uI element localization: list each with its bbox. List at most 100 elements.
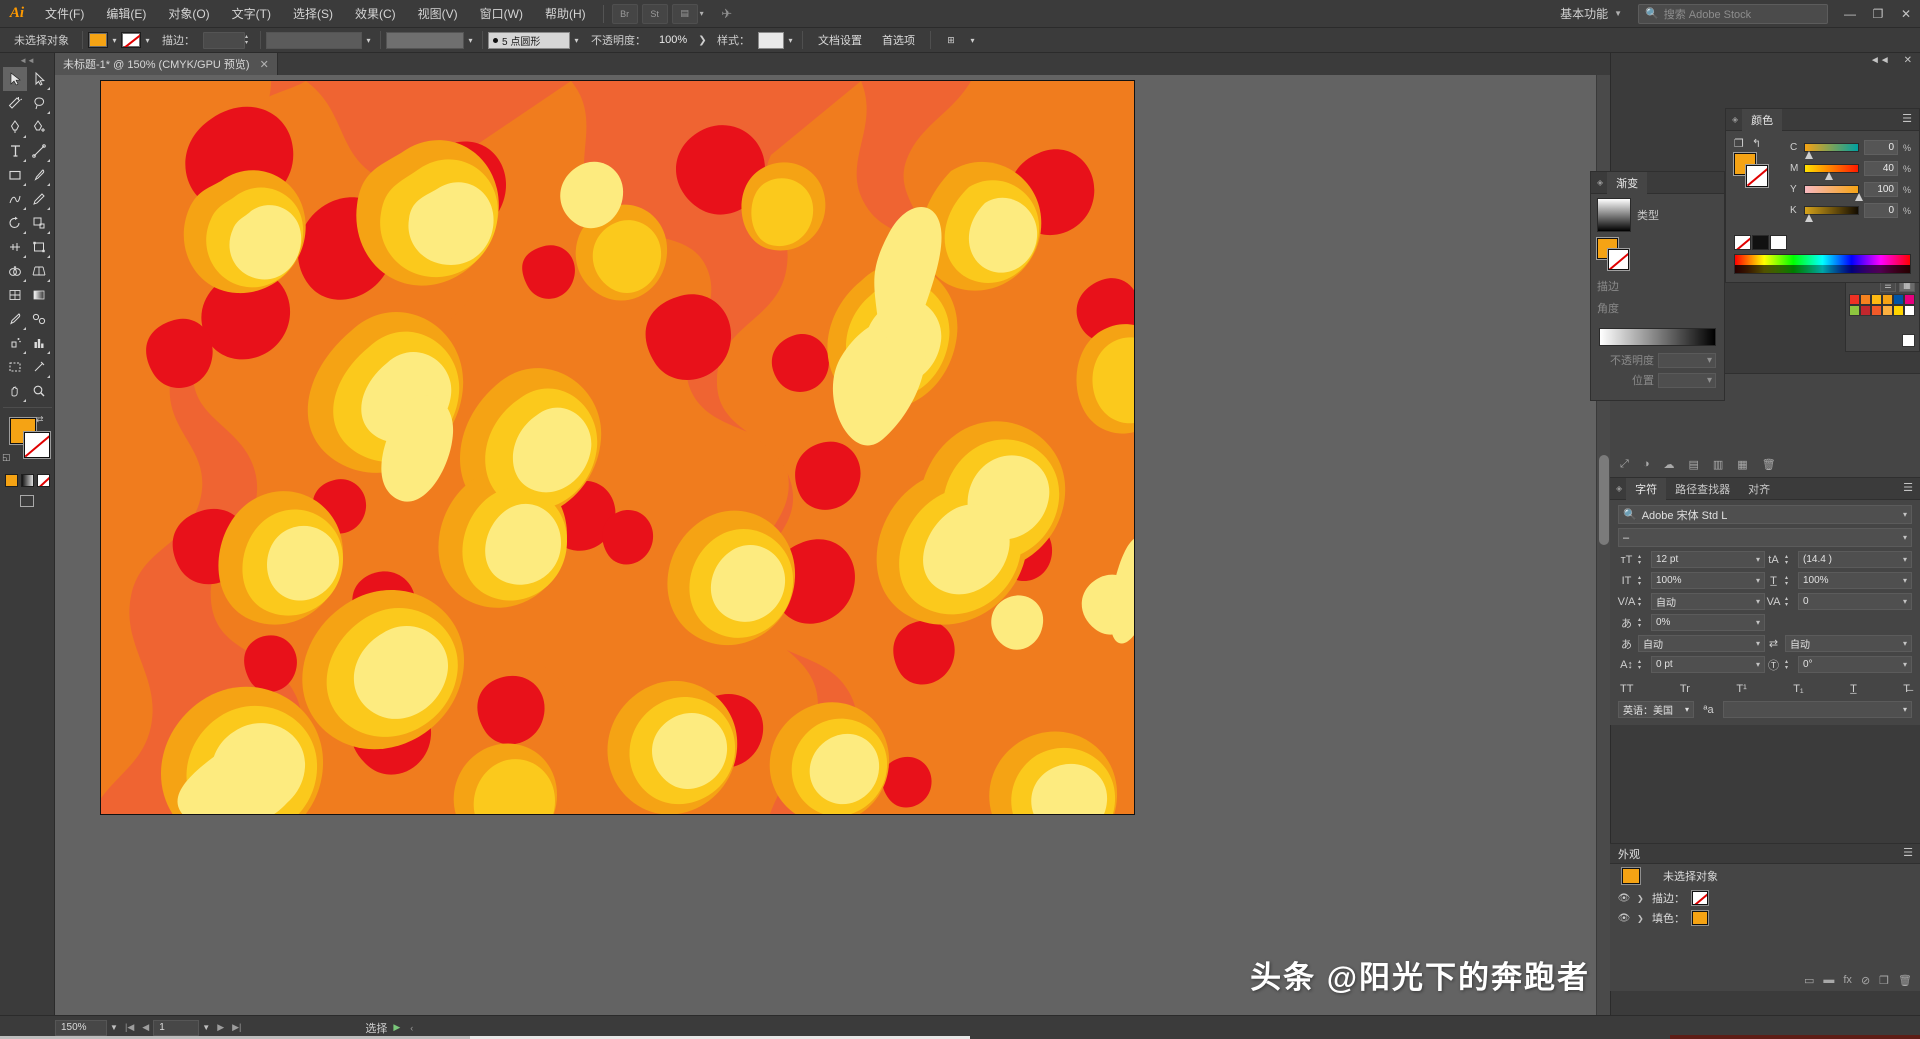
locate-object-icon[interactable]: ⤢: [1620, 458, 1629, 471]
stroke-profile-caret-icon[interactable]: ▾: [362, 32, 375, 48]
shape-builder-tool[interactable]: [3, 259, 27, 283]
swatch-cell[interactable]: [1893, 294, 1904, 305]
lasso-tool[interactable]: [27, 91, 51, 115]
aki-after-input[interactable]: 自动 ▾: [1785, 635, 1912, 652]
stroke-color-swatch[interactable]: [121, 32, 141, 48]
slider-track-k[interactable]: [1804, 206, 1859, 215]
tab-color[interactable]: 颜色: [1742, 109, 1782, 131]
chevron-down-icon[interactable]: ▾: [1903, 533, 1907, 542]
color-stroke-swatch[interactable]: [1746, 165, 1768, 187]
make-sublayer-icon[interactable]: ☁: [1663, 458, 1674, 471]
variable-width-select[interactable]: [386, 32, 464, 49]
horizontal-scale-stepper[interactable]: ▴▾: [1785, 573, 1795, 589]
scrollbar-thumb[interactable]: [1599, 455, 1609, 545]
chevron-right-icon[interactable]: ❯: [1637, 894, 1645, 903]
black-swatch[interactable]: [1752, 235, 1769, 250]
pencil-tool[interactable]: [27, 187, 51, 211]
font-style-select[interactable]: – ▾: [1618, 528, 1912, 547]
slider-knob-k[interactable]: [1805, 214, 1813, 222]
zoom-caret-icon[interactable]: ▼: [107, 1020, 121, 1036]
tab-align[interactable]: 对齐: [1739, 478, 1779, 500]
artboard-number-input[interactable]: 1: [153, 1020, 199, 1036]
add-new-fill-icon[interactable]: ▬: [1823, 974, 1834, 986]
artboard-caret-icon[interactable]: ▼: [199, 1020, 213, 1036]
zoom-tool[interactable]: [27, 379, 51, 403]
artboard[interactable]: [100, 80, 1135, 815]
chevron-down-icon[interactable]: ▾: [1903, 660, 1907, 669]
brush-definition-select[interactable]: 5 点圆形: [488, 32, 570, 49]
delete-icon[interactable]: 🗑: [1898, 974, 1912, 987]
tab-character[interactable]: 字符: [1626, 478, 1666, 500]
document-setup-button[interactable]: 文档设置: [808, 31, 872, 49]
stroke-profile-select[interactable]: [266, 32, 362, 49]
zoom-level-input[interactable]: 150%: [55, 1020, 107, 1036]
none-swatch[interactable]: [1734, 235, 1751, 250]
gradient-tool[interactable]: [27, 283, 51, 307]
free-transform-tool[interactable]: [27, 235, 51, 259]
behance-icon[interactable]: ✈: [714, 4, 740, 24]
gradient-location-field[interactable]: ▾: [1658, 373, 1716, 388]
type-tool[interactable]: [3, 139, 27, 163]
baseline-shift-stepper[interactable]: ▴▾: [1638, 657, 1648, 673]
gradient-opacity-field[interactable]: ▾: [1658, 353, 1716, 368]
stroke-weight-stepper[interactable]: ▴▾: [245, 32, 255, 48]
opacity-options-icon[interactable]: ❯: [696, 32, 709, 48]
slider-value-c[interactable]: 0: [1864, 140, 1898, 155]
swatch-cell[interactable]: [1893, 305, 1904, 316]
menu-effect[interactable]: 效果(C): [344, 0, 407, 28]
swatch-cell[interactable]: [1871, 305, 1882, 316]
menu-help[interactable]: 帮助(H): [534, 0, 597, 28]
chevron-down-icon[interactable]: ▾: [1903, 705, 1907, 714]
panel-menu-icon[interactable]: ☰: [1896, 848, 1920, 859]
menu-select[interactable]: 选择(S): [282, 0, 344, 28]
kerning-stepper[interactable]: ▴▾: [1638, 594, 1648, 610]
rotate-tool[interactable]: [3, 211, 27, 235]
white-swatch[interactable]: [1770, 235, 1787, 250]
stroke-weight-input[interactable]: [203, 32, 245, 49]
chevron-down-icon[interactable]: ▾: [1756, 597, 1760, 606]
slider-knob-y[interactable]: [1855, 193, 1863, 201]
graphic-style-swatch[interactable]: [758, 32, 784, 49]
leading-stepper[interactable]: ▴▾: [1785, 552, 1795, 568]
gradient-stroke-swatch[interactable]: [1608, 249, 1629, 270]
fill-stroke-proxy-icon[interactable]: ❐: [1734, 137, 1744, 150]
symbol-sprayer-tool[interactable]: [3, 331, 27, 355]
gradient-slider-bar[interactable]: [1599, 328, 1716, 346]
duplicate-icon[interactable]: ❐: [1879, 974, 1889, 987]
preferences-button[interactable]: 首选项: [872, 31, 925, 49]
magic-wand-tool[interactable]: [3, 91, 27, 115]
chevron-down-icon[interactable]: ▾: [1903, 555, 1907, 564]
workspace-caret-icon[interactable]: ▼: [1614, 9, 1630, 18]
panel-menu-icon[interactable]: ☰: [1895, 114, 1919, 125]
align-caret-icon[interactable]: ▾: [966, 32, 979, 48]
gradient-preview-thumbnail[interactable]: [1597, 198, 1631, 232]
shaper-tool[interactable]: [3, 187, 27, 211]
menu-view[interactable]: 视图(V): [407, 0, 469, 28]
scale-tool[interactable]: [27, 211, 51, 235]
line-segment-tool[interactable]: [27, 139, 51, 163]
mesh-tool[interactable]: [3, 283, 27, 307]
appearance-stroke-swatch[interactable]: [1692, 891, 1708, 905]
eyedropper-tool[interactable]: [3, 307, 27, 331]
gradient-button[interactable]: [21, 474, 34, 487]
change-screen-mode-icon[interactable]: [20, 495, 34, 507]
strikethrough-button[interactable]: T̶: [1903, 683, 1910, 695]
column-graph-tool[interactable]: [27, 331, 51, 355]
swatch-cell[interactable]: [1882, 294, 1893, 305]
search-adobe-stock[interactable]: 🔍 搜索 Adobe Stock: [1638, 4, 1828, 24]
aki-before-input[interactable]: 自动 ▾: [1638, 635, 1765, 652]
appearance-fill-swatch[interactable]: [1692, 911, 1708, 925]
artboard-nav-prev[interactable]: ◀: [138, 1022, 153, 1033]
opacity-value[interactable]: 100%: [654, 32, 696, 49]
font-family-select[interactable]: 🔍 Adobe 宋体 Std L ▾: [1618, 505, 1912, 524]
menu-window[interactable]: 窗口(W): [469, 0, 534, 28]
slider-knob-c[interactable]: [1805, 151, 1813, 159]
pen-tool[interactable]: [3, 115, 27, 139]
close-icon[interactable]: ✕: [260, 58, 269, 71]
artboard-nav-last[interactable]: ▶|: [228, 1022, 245, 1033]
tools-panel-grip[interactable]: ◄◄: [0, 53, 54, 67]
swatch-cell[interactable]: [1882, 305, 1893, 316]
appearance-stroke-row[interactable]: 👁 ❯ 描边：: [1610, 888, 1920, 908]
superscript-button[interactable]: T¹: [1736, 683, 1746, 695]
vertical-scale-input[interactable]: 100% ▾: [1651, 572, 1765, 589]
